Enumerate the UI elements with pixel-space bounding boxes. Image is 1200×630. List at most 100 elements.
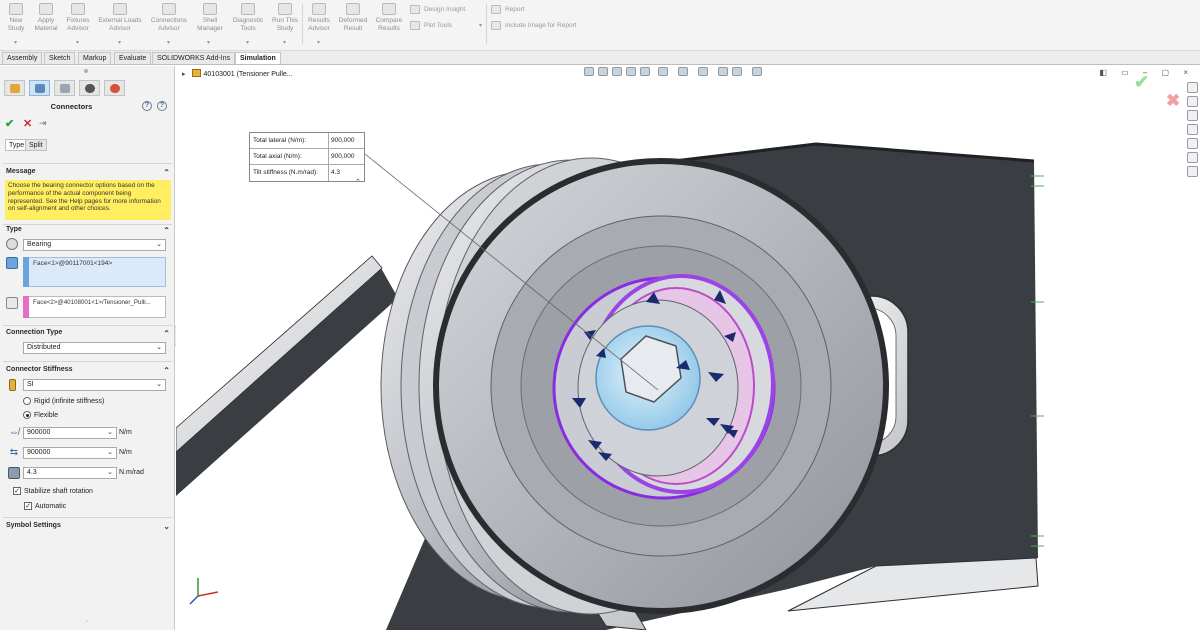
connector-type-dropdown[interactable]: Bearing ⌄ xyxy=(23,239,166,251)
dimxpert-manager-tab[interactable] xyxy=(79,80,100,96)
zoom-to-fit-icon[interactable] xyxy=(584,67,594,76)
include-image-for-report-button[interactable]: Include Image for Report xyxy=(491,20,577,31)
chevron-down-icon: ⌄ xyxy=(107,429,113,436)
design-insight-button[interactable]: Design Insight xyxy=(410,4,465,15)
pin-icon[interactable]: ⇥ xyxy=(39,118,47,129)
apply-material-button[interactable]: Apply Material xyxy=(30,3,62,33)
property-manager-tab[interactable] xyxy=(29,80,50,96)
message-section-header[interactable]: Message ⌃ xyxy=(6,168,170,180)
run-study-dropdown-icon[interactable]: ▾ xyxy=(283,39,286,46)
fixtures-dropdown-icon[interactable]: ▾ xyxy=(76,39,79,46)
connection-type-dropdown[interactable]: Distributed ⌄ xyxy=(23,342,166,354)
report-button[interactable]: Report xyxy=(491,4,525,15)
collapse-chevron-icon[interactable]: ⌃ xyxy=(163,329,170,338)
panel-grip-icon[interactable]: ◦ xyxy=(86,619,88,625)
appearances-icon[interactable] xyxy=(1187,124,1198,135)
view-settings-icon[interactable] xyxy=(752,67,762,76)
configuration-manager-tab[interactable] xyxy=(54,80,75,96)
external-loads-advisor-button[interactable]: External Loads Advisor xyxy=(96,3,144,33)
tab-simulation[interactable]: Simulation xyxy=(235,52,281,64)
plot-tools-dropdown-icon[interactable]: ▾ xyxy=(479,22,482,29)
tab-evaluate[interactable]: Evaluate xyxy=(114,52,152,64)
graphics-area[interactable]: ▸ 40103001 (Tensioner Pulle... ◧ ▭ – ▢ × … xyxy=(176,66,1200,630)
help-icon[interactable]: ? xyxy=(142,101,152,111)
cancel-x-icon[interactable]: ✕ xyxy=(23,117,32,130)
deformed-result-button[interactable]: Deformed Result xyxy=(336,3,370,33)
bracket-left-arm-face[interactable] xyxy=(176,255,383,453)
expand-caret-icon[interactable]: ▸ xyxy=(182,71,186,78)
zoom-to-area-icon[interactable] xyxy=(598,67,608,76)
connections-dropdown-icon[interactable]: ▾ xyxy=(167,39,170,46)
feature-manager-tab[interactable] xyxy=(4,80,25,96)
compare-results-button[interactable]: Compare Results xyxy=(373,3,405,33)
type-section-header[interactable]: Type ⌃ xyxy=(6,226,170,238)
stiffness-callout[interactable]: Total lateral (N/m): 900,000 Total axial … xyxy=(249,132,365,182)
resources-icon[interactable] xyxy=(1187,82,1198,93)
collapse-chevron-icon[interactable]: ⌃ xyxy=(163,168,170,177)
face-set-2-selection-box[interactable]: Face<2>@40108001<1>/Tensioner_Pulli... xyxy=(23,296,166,318)
face-set-1-selection-box[interactable]: Face<1>@90117001<194> xyxy=(23,257,166,287)
tab-markup[interactable]: Markup xyxy=(78,52,112,64)
hide-show-items-icon[interactable] xyxy=(698,67,708,76)
tab-solidworks-add-ins[interactable]: SOLIDWORKS Add-Ins xyxy=(152,52,236,64)
checkbox[interactable]: ✓ xyxy=(13,487,21,495)
view-triad xyxy=(189,578,219,605)
file-explorer-icon[interactable] xyxy=(1187,110,1198,121)
confirm-ok-icon[interactable]: ✔ xyxy=(1134,72,1149,93)
fixtures-advisor-button[interactable]: Fixtures Advisor xyxy=(62,3,94,33)
view-palette-icon[interactable] xyxy=(1187,152,1198,163)
display-style-icon[interactable] xyxy=(678,67,688,76)
plot-tools-button[interactable]: Plot Tools xyxy=(410,20,452,31)
apply-scene-icon[interactable] xyxy=(732,67,742,76)
diagnostic-dropdown-icon[interactable]: ▾ xyxy=(246,39,249,46)
checkbox[interactable]: ✓ xyxy=(24,502,32,510)
tilt-stiffness-input[interactable]: 4.3 ⌄ xyxy=(23,467,117,479)
chevron-down-icon: ⌄ xyxy=(156,344,162,351)
panel-grip-icon[interactable] xyxy=(84,69,88,73)
tab-assembly[interactable]: Assembly xyxy=(2,52,43,64)
diagnostic-tools-button[interactable]: Diagnostic Tools xyxy=(229,3,267,33)
axial-stiffness-input[interactable]: 900000 ⌄ xyxy=(23,447,117,459)
custom-properties-icon[interactable] xyxy=(1187,138,1198,149)
collapse-chevron-icon[interactable]: ⌃ xyxy=(163,226,170,235)
rigid-radio[interactable]: Rigid (infinite stiffness) xyxy=(23,397,104,406)
tab-sketch[interactable]: Sketch xyxy=(44,52,76,64)
view-orientation-icon[interactable] xyxy=(658,67,668,76)
radio-button[interactable] xyxy=(23,397,31,405)
edit-appearance-icon[interactable] xyxy=(718,67,728,76)
previous-view-icon[interactable] xyxy=(612,67,622,76)
connection-type-section-header[interactable]: Connection Type ⌃ xyxy=(6,329,170,341)
lateral-stiffness-input[interactable]: 900000 ⌄ xyxy=(23,427,117,439)
symbol-settings-section-header[interactable]: Symbol Settings ⌄ xyxy=(6,522,170,534)
results-advisor-dropdown-icon[interactable]: ▾ xyxy=(317,39,320,46)
shell-manager-dropdown-icon[interactable]: ▾ xyxy=(207,39,210,46)
expand-chevron-icon[interactable]: ⌄ xyxy=(163,522,170,531)
subtab-split[interactable]: Split xyxy=(25,139,47,151)
design-library-icon[interactable] xyxy=(1187,96,1198,107)
feature-tree-flyout[interactable]: ▸ 40103001 (Tensioner Pulle... xyxy=(182,69,293,78)
ok-check-icon[interactable]: ✔ xyxy=(5,117,14,130)
external-loads-dropdown-icon[interactable]: ▾ xyxy=(118,39,121,46)
info-help-icon[interactable]: ? xyxy=(157,101,167,111)
shell-manager-button[interactable]: Shell Manager xyxy=(194,3,226,33)
connector-stiffness-section-header[interactable]: Connector Stiffness ⌃ xyxy=(6,366,170,378)
new-study-dropdown-icon[interactable]: ▾ xyxy=(14,39,17,46)
radio-button[interactable] xyxy=(23,411,31,419)
display-manager-tab[interactable] xyxy=(104,80,125,96)
collapse-chevron-icon[interactable]: ⌃ xyxy=(163,366,170,375)
flexible-radio[interactable]: Flexible xyxy=(23,411,58,420)
plot-tools-icon xyxy=(410,21,420,30)
home-icon[interactable] xyxy=(1187,166,1198,177)
stabilize-shaft-rotation-checkbox[interactable]: ✓ Stabilize shaft rotation xyxy=(13,487,93,496)
connections-advisor-button[interactable]: Connections Advisor xyxy=(148,3,190,33)
section-view-icon[interactable] xyxy=(626,67,636,76)
results-advisor-button[interactable]: Results Advisor xyxy=(303,3,335,33)
automatic-checkbox[interactable]: ✓ Automatic xyxy=(24,502,66,511)
confirm-cancel-icon[interactable]: ✖ xyxy=(1166,91,1180,111)
callout-collapse-icon[interactable]: ⌃ xyxy=(355,178,361,186)
new-study-button[interactable]: New Study xyxy=(0,3,32,33)
bracket-left-arm[interactable] xyxy=(176,268,398,496)
unit-system-dropdown[interactable]: SI ⌄ xyxy=(23,379,166,391)
dynamic-annotation-icon[interactable] xyxy=(640,67,650,76)
run-this-study-button[interactable]: Run This Study xyxy=(269,3,301,33)
